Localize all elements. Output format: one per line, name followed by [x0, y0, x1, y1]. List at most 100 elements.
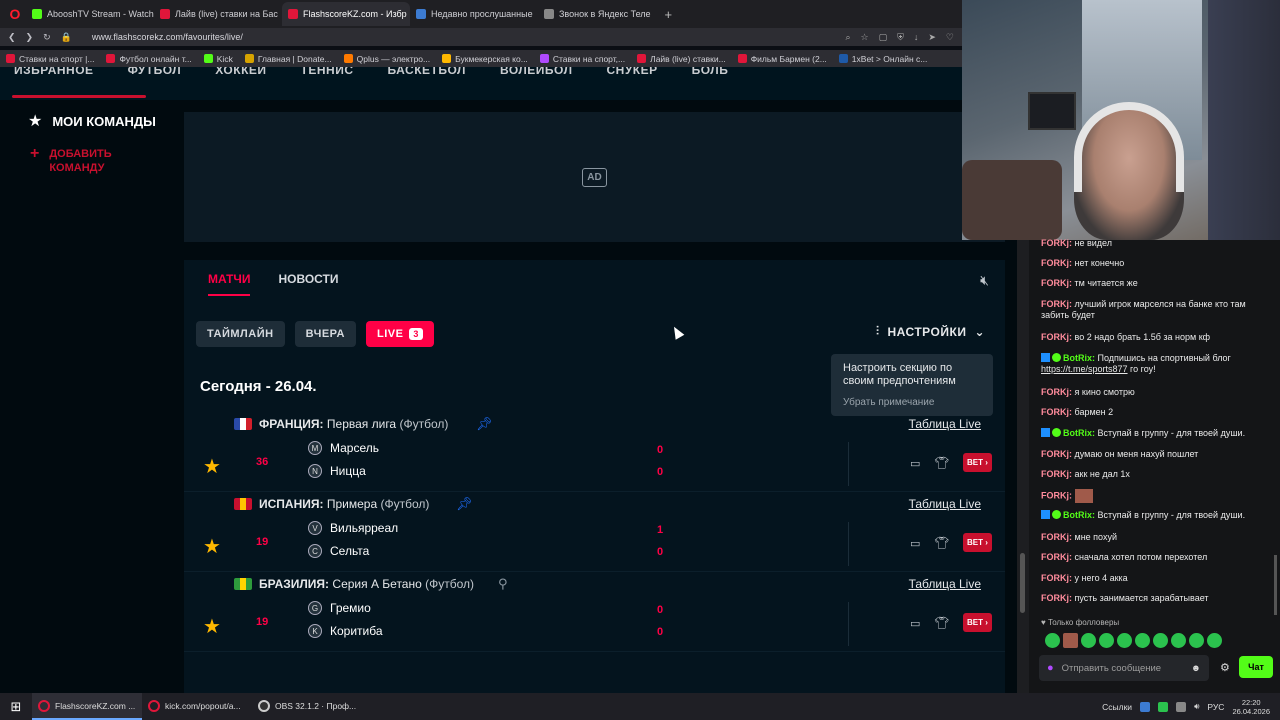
bet-button[interactable]: BET › [963, 453, 992, 472]
bookmark-item[interactable]: Kick [203, 54, 233, 64]
emote-icon[interactable] [1189, 633, 1204, 648]
send-icon[interactable]: ➤ [928, 32, 936, 43]
league-header[interactable]: ИСПАНИЯ: Примера (Футбол) 📌︎ Таблица Liv… [184, 490, 1005, 518]
table-live-link[interactable]: Таблица Live [909, 497, 981, 511]
lineup-shirt-icon[interactable]: 👕︎ [934, 616, 949, 630]
bookmark-icon[interactable]: ☆ [861, 32, 869, 43]
bookmark-item[interactable]: Ставки на спорт,... [539, 54, 625, 64]
url-field[interactable]: www.flashscorekz.com/favourites/live/ [92, 32, 243, 42]
taskbar-item[interactable]: OBS 32.1.2 · Проф... [252, 693, 362, 720]
bookmark-item[interactable]: Фильм Бармен (2... [737, 54, 827, 64]
match-row[interactable]: ★ 19 G Гремио K Коритиба 0 0 ▭ 👕︎ BET › [184, 596, 1005, 652]
favorite-star-icon[interactable]: ★ [203, 614, 221, 639]
bet-button[interactable]: BET › [963, 613, 992, 632]
table-live-link[interactable]: Таблица Live [909, 417, 981, 431]
sport-nav-item[interactable]: ФУТБОЛ [128, 67, 182, 77]
league-header[interactable]: БРАЗИЛИЯ: Серия А Бетано (Футбол) ⚲ Табл… [184, 570, 1005, 598]
lineup-shirt-icon[interactable]: 👕︎ [934, 456, 949, 470]
microphone-icon[interactable]: ● [1047, 662, 1054, 674]
tray-app-icon[interactable] [1176, 701, 1187, 712]
sport-nav-item[interactable]: ИЗБРАННОЕ [14, 67, 94, 77]
volume-icon[interactable]: 🔊︎ [1194, 701, 1199, 712]
my-teams-heading[interactable]: ★ МОИ КОМАНДЫ [28, 111, 156, 131]
filter-yesterday-button[interactable]: ВЧЕРА [294, 321, 356, 347]
bookmark-item[interactable]: Футбол онлайн т... [106, 54, 192, 64]
links-label[interactable]: Ссылки [1102, 702, 1132, 712]
browser-tab[interactable]: Звонок в Яндекс Теле [538, 2, 657, 26]
shield-icon[interactable]: ⛨ [897, 32, 904, 43]
chat-scrollbar[interactable] [1274, 555, 1277, 615]
filter-timeline-button[interactable]: ТАЙМЛАЙН [196, 321, 285, 347]
taskbar-item[interactable]: FlashscoreKZ.com ... [32, 693, 142, 720]
browser-tab[interactable]: Недавно прослушанные [410, 2, 538, 26]
page-scrollbar[interactable] [1017, 240, 1029, 693]
forward-icon[interactable]: ❯ [26, 32, 34, 43]
match-row[interactable]: ★ 19 V Вильярреал C Сельта 1 0 ▭ 👕︎ BET › [184, 516, 1005, 572]
sport-nav-item[interactable]: ХОККЕЙ [215, 67, 266, 77]
bookmark-item[interactable]: Главная | Donate... [244, 54, 332, 64]
ad-banner[interactable]: AD [184, 112, 1005, 242]
reload-icon[interactable]: ↻ [43, 32, 51, 43]
taskbar-item[interactable]: kick.com/popout/a... [142, 693, 252, 720]
emote-icon[interactable] [1063, 633, 1078, 648]
filter-live-button[interactable]: LIVE 3 [365, 321, 434, 347]
add-team-button[interactable]: + ДОБАВИТЬ КОМАНДУ [30, 146, 129, 175]
pin-icon[interactable]: 📌︎ [456, 496, 473, 512]
zoom-icon[interactable]: ⌕ [845, 32, 850, 43]
tab-news[interactable]: НОВОСТИ [278, 272, 338, 292]
language-indicator[interactable]: РУС [1207, 702, 1224, 712]
bookmark-item[interactable]: 1xBet > Онлайн с... [838, 54, 927, 64]
browser-tab[interactable]: Лайв (live) ставки на Бас [154, 2, 282, 26]
opera-logo-icon[interactable]: O [4, 3, 26, 25]
favorite-star-icon[interactable]: ★ [203, 534, 221, 559]
emote-icon[interactable] [1135, 633, 1150, 648]
emote-icon[interactable] [1171, 633, 1186, 648]
tray-app-icon[interactable] [1140, 701, 1151, 712]
chat-settings-gear-icon[interactable]: ⚙ [1220, 661, 1230, 674]
bookmark-item[interactable]: Qplus — электро... [343, 54, 430, 64]
emoji-icon[interactable]: ☻ [1191, 663, 1201, 674]
sport-nav-item[interactable]: ТЕННИС [301, 67, 354, 77]
tab-matches[interactable]: МАТЧИ [208, 272, 251, 296]
clock[interactable]: 22:20 26.04.2026 [1232, 698, 1270, 716]
emote-icon[interactable] [1153, 633, 1168, 648]
tooltip-dismiss-link[interactable]: Убрать примечание [843, 397, 981, 408]
emote-icon[interactable] [1045, 633, 1060, 648]
bet-button[interactable]: BET › [963, 533, 992, 552]
tv-icon[interactable]: ▭ [910, 457, 920, 470]
browser-tab-active[interactable]: FlashscoreKZ.com - Избр [282, 2, 410, 26]
chat-message-input[interactable]: ● Отправить сообщение ☻ [1039, 655, 1209, 681]
browser-tab[interactable]: AbooshTV Stream - Watch [26, 2, 154, 26]
tv-icon[interactable]: ▭ [910, 537, 920, 550]
pin-icon[interactable]: ⚲ [498, 576, 508, 592]
sport-nav-item[interactable]: БОЛЬ [692, 67, 729, 77]
pin-icon[interactable]: 📌︎ [476, 416, 493, 432]
tray-app-icon[interactable] [1158, 701, 1169, 712]
match-row[interactable]: ★ 36 M Марсель N Ницца 0 0 ▭ 👕︎ BET › [184, 436, 1005, 492]
emote-icon[interactable] [1081, 633, 1096, 648]
sound-mute-icon[interactable]: 🔇︎ [980, 272, 989, 289]
chat-link[interactable]: https://t.me/sports877 [1041, 364, 1128, 374]
windows-start-icon[interactable]: ⊞ [0, 699, 32, 715]
league-header[interactable]: ФРАНЦИЯ: Первая лига (Футбол) 📌︎ Таблица… [184, 410, 1005, 438]
page-scrollbar-thumb[interactable] [1020, 553, 1025, 613]
emote-icon[interactable] [1099, 633, 1114, 648]
bookmark-item[interactable]: Лайв (live) ставки... [637, 54, 726, 64]
heart-icon[interactable]: ♡ [946, 32, 954, 43]
snapshot-icon[interactable]: ▢ [879, 32, 888, 43]
bookmark-item[interactable]: Букмекерская ко... [442, 54, 528, 64]
emote-icon[interactable] [1117, 633, 1132, 648]
tv-icon[interactable]: ▭ [910, 617, 920, 630]
emote-icon[interactable] [1207, 633, 1222, 648]
table-live-link[interactable]: Таблица Live [909, 577, 981, 591]
settings-button[interactable]: ⫶ НАСТРОЙКИ ⌄ [876, 324, 985, 339]
chat-send-button[interactable]: Чат [1239, 656, 1273, 678]
back-icon[interactable]: ❮ [8, 32, 16, 43]
download-icon[interactable]: ↓ [914, 32, 919, 43]
lineup-shirt-icon[interactable]: 👕︎ [934, 536, 949, 550]
sport-nav-item[interactable]: СНУКЕР [607, 67, 658, 77]
bookmark-item[interactable]: Ставки на спорт |... [6, 54, 94, 64]
favorite-star-icon[interactable]: ★ [203, 454, 221, 479]
sport-nav-item[interactable]: БАСКЕТБОЛ [388, 67, 466, 77]
new-tab-button[interactable]: + [657, 7, 681, 22]
